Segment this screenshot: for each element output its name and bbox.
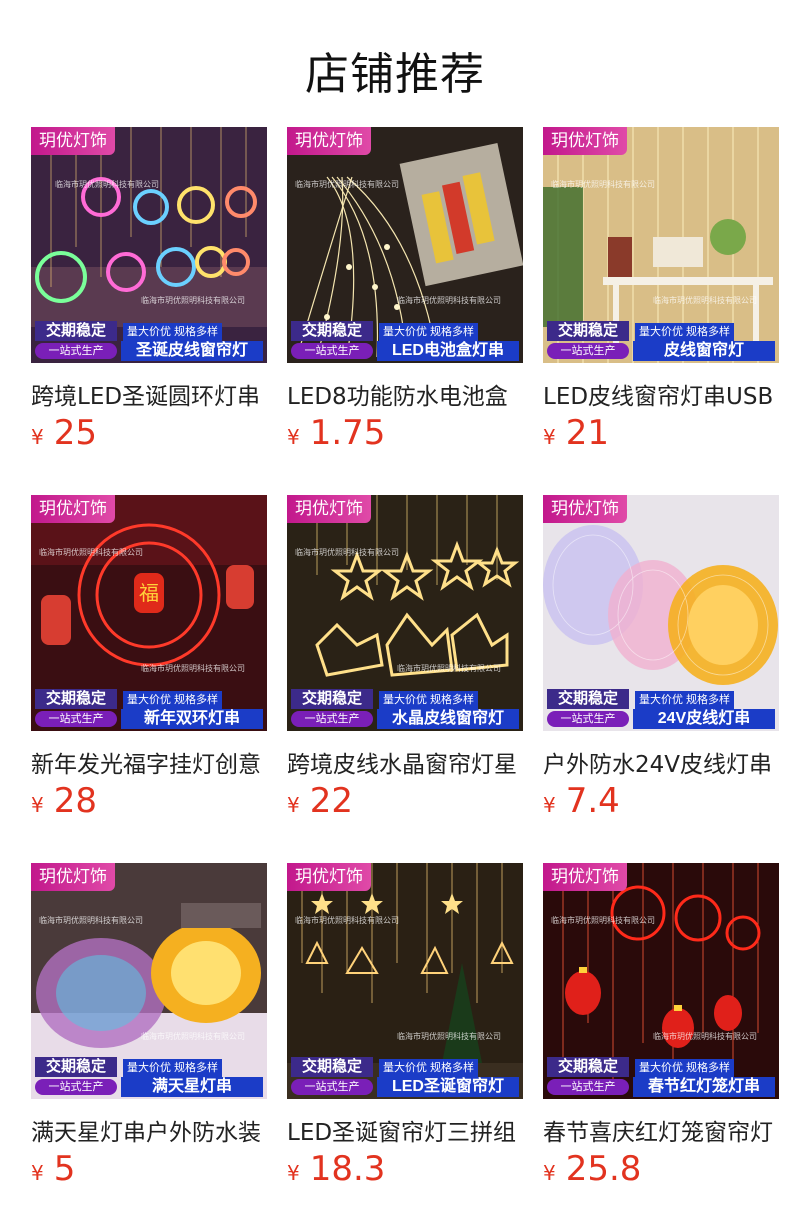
product-price: ¥1.75 <box>287 413 385 453</box>
price-value: 25.8 <box>565 1149 642 1189</box>
product-name[interactable]: 跨境皮线水晶窗帘灯星 <box>287 745 523 779</box>
price-value: 7.4 <box>565 781 620 821</box>
product-image[interactable]: 福 <box>31 495 267 731</box>
price-value: 1.75 <box>309 413 386 453</box>
currency-symbol: ¥ <box>31 793 44 817</box>
product-image[interactable] <box>543 863 779 1099</box>
page-title: 店铺推荐 <box>305 49 485 100</box>
product-image[interactable] <box>543 127 779 363</box>
currency-symbol: ¥ <box>543 1161 556 1185</box>
price-value: 18.3 <box>309 1149 386 1189</box>
product-name[interactable]: 春节喜庆红灯笼窗帘灯 <box>543 1113 779 1147</box>
product-image[interactable] <box>31 127 267 363</box>
product-name[interactable]: LED皮线窗帘灯串USB <box>543 377 779 411</box>
product-price: ¥7.4 <box>543 781 620 821</box>
currency-symbol: ¥ <box>287 425 300 449</box>
product-price: ¥25.8 <box>543 1149 641 1189</box>
currency-symbol: ¥ <box>543 425 556 449</box>
product-price: ¥25 <box>31 413 97 453</box>
product-image[interactable] <box>543 495 779 731</box>
currency-symbol: ¥ <box>31 425 44 449</box>
price-value: 21 <box>565 413 609 453</box>
product-name[interactable]: 满天星灯串户外防水装 <box>31 1113 267 1147</box>
currency-symbol: ¥ <box>287 1161 300 1185</box>
product-image[interactable] <box>287 127 523 363</box>
product-name[interactable]: LED圣诞窗帘灯三拼组 <box>287 1113 523 1147</box>
product-image[interactable] <box>287 863 523 1099</box>
product-price: ¥28 <box>31 781 97 821</box>
currency-symbol: ¥ <box>287 793 300 817</box>
product-name[interactable]: 新年发光福字挂灯创意 <box>31 745 267 779</box>
product-price: ¥21 <box>543 413 609 453</box>
price-value: 28 <box>53 781 97 821</box>
price-value: 22 <box>309 781 353 821</box>
product-price: ¥18.3 <box>287 1149 385 1189</box>
product-price: ¥22 <box>287 781 353 821</box>
product-image[interactable] <box>287 495 523 731</box>
product-image[interactable] <box>31 863 267 1099</box>
currency-symbol: ¥ <box>31 1161 44 1185</box>
product-name[interactable]: LED8功能防水电池盒 <box>287 377 523 411</box>
svg-text:福: 福 <box>139 581 159 605</box>
product-price: ¥5 <box>31 1149 75 1189</box>
price-value: 5 <box>53 1149 76 1189</box>
price-value: 25 <box>53 413 97 453</box>
currency-symbol: ¥ <box>543 793 556 817</box>
product-name[interactable]: 户外防水24V皮线灯串 <box>543 745 779 779</box>
product-name[interactable]: 跨境LED圣诞圆环灯串 <box>31 377 267 411</box>
